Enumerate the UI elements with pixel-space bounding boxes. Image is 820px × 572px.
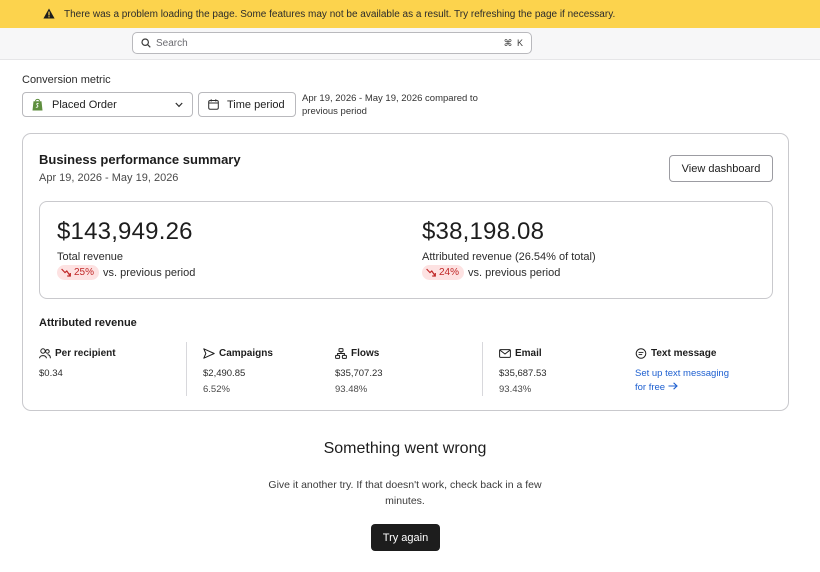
column-divider: [186, 342, 187, 396]
comparison-text: vs. previous period: [468, 266, 561, 279]
card-date-range: Apr 19, 2026 - May 19, 2026: [39, 172, 179, 184]
total-revenue-value: $143,949.26: [57, 218, 193, 245]
send-icon: [203, 348, 215, 359]
campaigns-header: Campaigns: [203, 348, 273, 359]
warning-banner: There was a problem loading the page. So…: [0, 0, 820, 28]
text-message-column: Text message Set up text messaging for f…: [635, 348, 745, 395]
total-revenue-metric: $143,949.26 Total revenue 25% vs. previo…: [57, 218, 195, 280]
setup-link-text: for free: [635, 382, 666, 393]
per-recipient-value: $0.34: [39, 368, 63, 379]
search-placeholder: Search: [156, 38, 188, 49]
text-message-header: Text message: [635, 348, 745, 359]
search-shortcut: ⌘ K: [503, 38, 524, 48]
flows-value: $35,707.23: [335, 368, 383, 379]
view-dashboard-button[interactable]: View dashboard: [669, 155, 773, 182]
people-icon: [39, 348, 51, 359]
flows-label: Flows: [351, 348, 380, 359]
flow-icon: [335, 348, 347, 359]
total-revenue-comparison: 25% vs. previous period: [57, 265, 195, 280]
campaigns-label: Campaigns: [219, 348, 273, 359]
email-column: Email $35,687.53 93.43%: [499, 348, 547, 395]
flows-share: 93.48%: [335, 384, 368, 395]
conversion-metric-select[interactable]: Placed Order: [22, 92, 193, 117]
comparison-text: vs. previous period: [103, 266, 196, 279]
per-recipient-header: Per recipient: [39, 348, 116, 359]
attributed-revenue-title: Attributed revenue: [39, 317, 137, 329]
chevron-down-icon: [175, 102, 183, 108]
date-range-line2: previous period: [302, 106, 367, 117]
setup-link-line2: for free: [635, 381, 745, 395]
business-performance-card: Business performance summary Apr 19, 202…: [22, 133, 789, 411]
trend-down-icon: [426, 268, 436, 277]
campaigns-share: 6.52%: [203, 384, 230, 395]
change-badge: 24%: [422, 265, 465, 280]
flows-column: Flows $35,707.23 93.48%: [335, 348, 383, 395]
email-label: Email: [515, 348, 542, 359]
arrow-right-icon: [668, 382, 678, 390]
email-header: Email: [499, 348, 547, 359]
calendar-icon: [208, 99, 219, 110]
card-title: Business performance summary: [39, 152, 241, 167]
change-percent: 25%: [74, 267, 95, 278]
top-bar: Search ⌘ K: [0, 28, 820, 60]
campaigns-value: $2,490.85: [203, 368, 246, 379]
change-percent: 24%: [439, 267, 460, 278]
date-range-text: Apr 19, 2026 - May 19, 2026 compared to …: [302, 92, 502, 118]
revenue-metrics-box: $143,949.26 Total revenue 25% vs. previo…: [39, 201, 773, 299]
envelope-icon: [499, 349, 511, 358]
warning-triangle-icon: [43, 8, 55, 19]
per-recipient-label: Per recipient: [55, 348, 116, 359]
setup-text-messaging-link[interactable]: Set up text messaging for free: [635, 367, 745, 395]
error-message: Give it another try. If that doesn't wor…: [268, 479, 542, 507]
change-badge: 25%: [57, 265, 100, 280]
shopify-bag-icon: [32, 98, 43, 111]
total-revenue-label: Total revenue: [57, 251, 124, 263]
attributed-revenue-metric: $38,198.08 Attributed revenue (26.54% of…: [422, 218, 596, 280]
time-period-button[interactable]: Time period: [198, 92, 296, 117]
conversion-metric-value: Placed Order: [52, 99, 117, 111]
attributed-revenue-value: $38,198.08: [422, 218, 545, 245]
conversion-metric-label: Conversion metric: [22, 74, 111, 86]
banner-message: There was a problem loading the page. So…: [64, 8, 616, 20]
trend-down-icon: [61, 268, 71, 277]
search-icon: [141, 38, 151, 48]
search-input[interactable]: Search ⌘ K: [132, 32, 532, 54]
flows-header: Flows: [335, 348, 383, 359]
per-recipient-column: Per recipient $0.34: [39, 348, 116, 379]
date-range-line1: Apr 19, 2026 - May 19, 2026 compared to: [302, 93, 478, 104]
email-value: $35,687.53: [499, 368, 547, 379]
column-divider: [482, 342, 483, 396]
error-title: Something went wrong: [323, 440, 487, 457]
email-share: 93.43%: [499, 384, 532, 395]
try-again-button[interactable]: Try again: [371, 524, 440, 551]
setup-link-line1: Set up text messaging: [635, 368, 729, 379]
chat-bubble-icon: [635, 348, 647, 359]
attributed-revenue-comparison: 24% vs. previous period: [422, 265, 596, 280]
time-period-label: Time period: [227, 99, 285, 111]
attributed-revenue-label: Attributed revenue (26.54% of total): [422, 251, 596, 263]
text-message-label: Text message: [651, 348, 717, 359]
campaigns-column: Campaigns $2,490.85 6.52%: [203, 348, 273, 395]
